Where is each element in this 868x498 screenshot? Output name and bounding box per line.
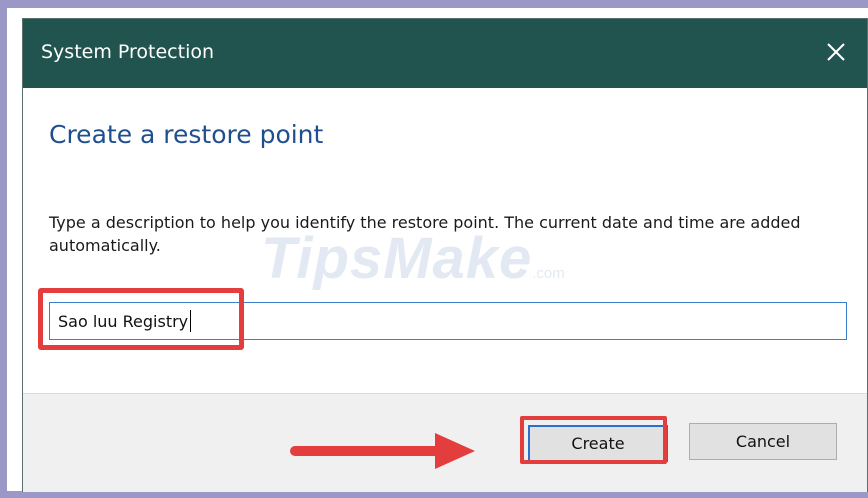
description-text: Type a description to help you identify … xyxy=(49,213,801,255)
dialog-heading: Create a restore point xyxy=(49,120,324,149)
cancel-button[interactable]: Cancel xyxy=(689,423,837,460)
title-bar[interactable]: System Protection xyxy=(23,19,867,88)
window-title: System Protection xyxy=(41,41,215,63)
system-protection-dialog: System Protection Create a restore point… xyxy=(22,18,868,492)
restore-point-description-input[interactable]: Sao luu Registry xyxy=(49,302,847,340)
create-button[interactable]: Create xyxy=(528,425,668,462)
text-caret xyxy=(190,310,192,332)
input-value: Sao luu Registry xyxy=(58,311,189,331)
close-icon[interactable] xyxy=(821,37,851,67)
